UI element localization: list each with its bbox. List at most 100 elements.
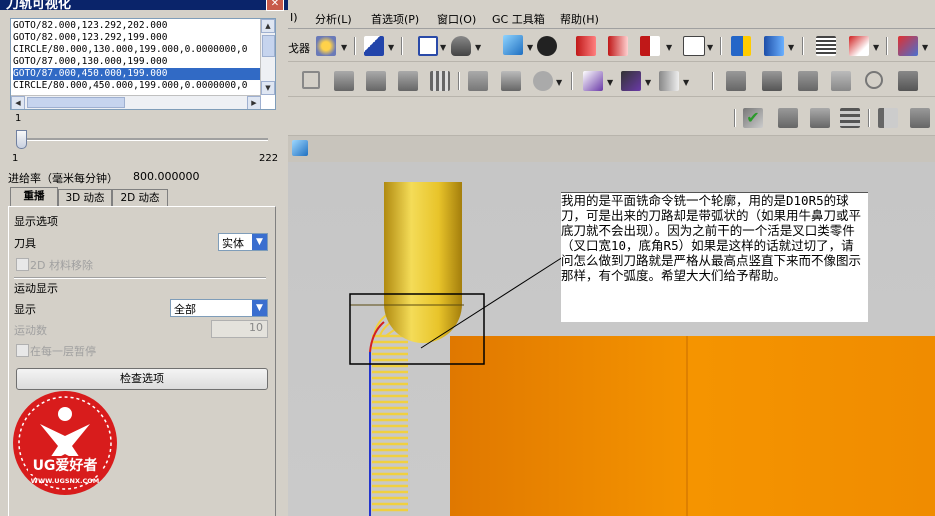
cam-op-icon[interactable]: [831, 71, 851, 91]
menu-item-help[interactable]: 帮助(H): [560, 11, 599, 27]
chevron-down-icon[interactable]: ▼: [788, 43, 794, 52]
motion-display-value: 全部: [174, 303, 196, 316]
step-slider-thumb[interactable]: [16, 130, 27, 149]
toolbar-separator: [571, 72, 573, 90]
scroll-down-icon[interactable]: ▼: [261, 81, 275, 95]
cam-op-icon[interactable]: [726, 71, 746, 91]
chevron-down-icon[interactable]: ▼: [645, 78, 651, 87]
cam-op-icon[interactable]: [334, 71, 354, 91]
horizontal-scrollbar[interactable]: ◀ ▶: [11, 95, 261, 109]
sparkle-tool-icon[interactable]: [316, 36, 336, 56]
toolpath-line[interactable]: GOTO/82.000,123.292,199.000: [13, 32, 261, 44]
motion-display-select[interactable]: 全部 ▼: [170, 299, 268, 317]
shade-icon[interactable]: [537, 36, 557, 56]
chevron-down-icon[interactable]: ▼: [252, 234, 267, 250]
chevron-down-icon[interactable]: ▼: [341, 43, 347, 52]
tool-display-select[interactable]: 实体 ▼: [218, 233, 268, 251]
toolpath-line[interactable]: GOTO/87.000,450.000,199.000: [13, 68, 261, 80]
scroll-up-icon[interactable]: ▲: [261, 19, 275, 33]
background-color-icon[interactable]: [683, 36, 705, 56]
toolpath-visualization-dialog: 刀轨可视化 ✕ GOTO/82.000,123.292,202.000 GOTO/…: [0, 0, 288, 516]
cam-op-icon[interactable]: [430, 71, 450, 91]
render-style-icon[interactable]: [451, 36, 471, 56]
chevron-down-icon[interactable]: ▼: [683, 78, 689, 87]
cam-op-icon[interactable]: [501, 71, 521, 91]
cam-op-icon[interactable]: [762, 71, 782, 91]
menu-item-gc-toolbox[interactable]: GC 工具箱: [492, 11, 545, 27]
chevron-down-icon[interactable]: ▼: [556, 78, 562, 87]
scroll-thumb-h[interactable]: [27, 97, 125, 108]
machine-view-icon[interactable]: [621, 71, 641, 91]
red-box-icon[interactable]: [576, 36, 596, 56]
divider: [14, 277, 266, 279]
vertical-scrollbar[interactable]: ▲ ▼: [260, 19, 275, 95]
cam-op-icon[interactable]: [302, 71, 320, 89]
orient-icon[interactable]: [731, 36, 751, 56]
toolpath-line[interactable]: CIRCLE/80.000,130.000,199.000,0.0000000,…: [13, 44, 261, 56]
chevron-down-icon[interactable]: ▼: [475, 43, 481, 52]
fit-view-icon[interactable]: [418, 36, 438, 56]
toolpath-line[interactable]: GOTO/82.000,123.292,202.000: [13, 20, 261, 32]
toolbar-separator: [802, 37, 804, 55]
slider-current-value: 1: [15, 113, 22, 124]
check-options-button[interactable]: 检查选项: [16, 368, 268, 390]
tab-2d-dynamic[interactable]: 2D 动态: [112, 189, 168, 206]
cam-op-icon[interactable]: [840, 108, 860, 128]
program-view-icon[interactable]: [583, 71, 603, 91]
cam-op-icon[interactable]: [865, 71, 883, 89]
chevron-down-icon[interactable]: ▼: [527, 43, 533, 52]
chevron-down-icon[interactable]: ▼: [666, 43, 672, 52]
toolbar-partial-label: 戈器: [288, 42, 310, 55]
chevron-down-icon[interactable]: ▼: [440, 43, 446, 52]
toolbar-separator: [354, 37, 356, 55]
material-removal-2d-checkbox[interactable]: [16, 258, 29, 271]
chevron-down-icon[interactable]: ▼: [252, 300, 267, 316]
menu-item-preferences[interactable]: 首选项(P): [371, 11, 419, 27]
scroll-right-icon[interactable]: ▶: [247, 96, 261, 109]
part-file-icon[interactable]: [292, 140, 308, 156]
chevron-down-icon[interactable]: ▼: [922, 43, 928, 52]
motion-count-field[interactable]: 10: [211, 320, 268, 338]
cam-op-icon[interactable]: [910, 108, 930, 128]
annotation-note: 我用的是平面铣命令铣一个轮廓，用的是D10R5的球刀，可是出来的刀路却是带弧状的…: [561, 192, 868, 322]
tab-3d-dynamic[interactable]: 3D 动态: [58, 189, 112, 206]
pause-each-layer-checkbox[interactable]: [16, 344, 29, 357]
cube-view-icon[interactable]: [503, 35, 523, 55]
toolpath-line[interactable]: GOTO/87.000,130.000,199.000: [13, 56, 261, 68]
menu-item-partial[interactable]: I): [290, 11, 298, 24]
verify-icon[interactable]: ✔: [743, 108, 763, 128]
close-icon[interactable]: ✕: [266, 0, 284, 11]
menu-item-window[interactable]: 窗口(O): [437, 11, 476, 27]
menu-item-analysis[interactable]: 分析(L): [315, 11, 352, 27]
section-box-icon[interactable]: [608, 36, 628, 56]
chevron-down-icon[interactable]: ▼: [607, 78, 613, 87]
chevron-down-icon[interactable]: ▼: [707, 43, 713, 52]
flag-icon[interactable]: [878, 108, 898, 128]
move-icon[interactable]: [764, 36, 784, 56]
csys-icon[interactable]: [849, 36, 869, 56]
toolbar-separator: [401, 37, 403, 55]
scroll-left-icon[interactable]: ◀: [11, 96, 25, 109]
layer-list-icon[interactable]: [816, 36, 836, 56]
cam-op-icon[interactable]: [468, 71, 488, 91]
cam-op-icon[interactable]: [898, 71, 918, 91]
cam-op-icon[interactable]: [366, 71, 386, 91]
cam-op-icon[interactable]: [398, 71, 418, 91]
clock-icon[interactable]: [533, 71, 553, 91]
tab-replay[interactable]: 重播: [10, 187, 58, 206]
clip-box-icon[interactable]: [640, 36, 660, 56]
cam-op-icon[interactable]: [778, 108, 798, 128]
toolbar-separator: [458, 72, 460, 90]
info-tool-icon[interactable]: [364, 36, 384, 56]
cam-op-icon[interactable]: [810, 108, 830, 128]
toolbar-separator: [868, 109, 870, 127]
measure-icon[interactable]: [898, 36, 918, 56]
method-view-icon[interactable]: [659, 71, 679, 91]
step-slider-track[interactable]: [16, 138, 268, 141]
toolpath-line[interactable]: CIRCLE/80.000,450.000,199.000,0.0000000,…: [13, 80, 261, 92]
chevron-down-icon[interactable]: ▼: [873, 43, 879, 52]
scroll-thumb[interactable]: [262, 35, 275, 57]
toolpath-listing[interactable]: GOTO/82.000,123.292,202.000 GOTO/82.000,1…: [10, 18, 276, 110]
chevron-down-icon[interactable]: ▼: [388, 43, 394, 52]
cam-op-icon[interactable]: [798, 71, 818, 91]
